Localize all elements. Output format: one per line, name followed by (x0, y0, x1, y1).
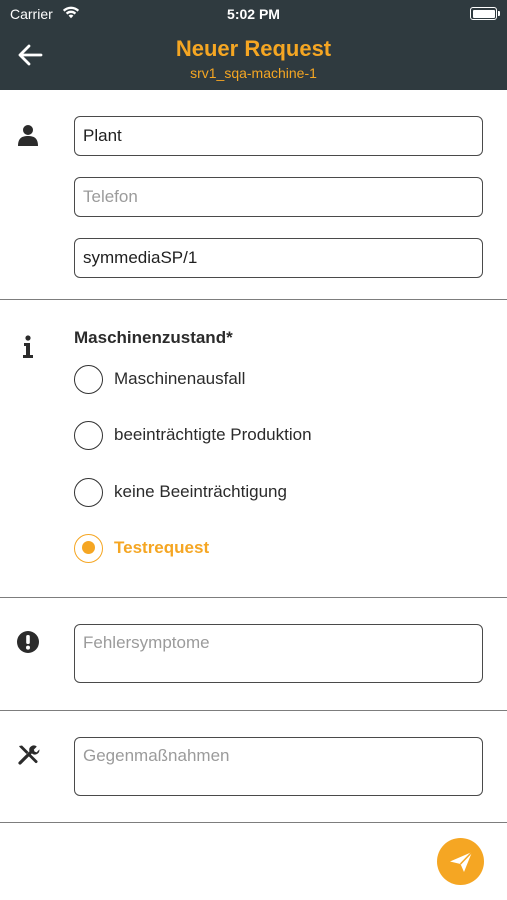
radio-button[interactable] (74, 364, 103, 394)
radio-label: beeinträchtigte Produktion (114, 425, 312, 444)
symptoms-field[interactable]: Fehlersymptome (74, 624, 483, 683)
radio-button[interactable] (74, 477, 103, 507)
radio-label: keine Beeinträchtigung (114, 482, 287, 501)
section-divider (0, 597, 507, 598)
radio-label: Maschinenausfall (114, 369, 246, 388)
section-divider (0, 710, 507, 711)
battery-icon (470, 7, 500, 20)
section-divider (0, 299, 507, 300)
name-field[interactable]: Plant (74, 116, 483, 156)
page-title: Neuer Request (175, 36, 332, 61)
person-icon (16, 123, 40, 147)
app-header: Carrier 5:02 PM Neuer Request srv1_sqa-m… (0, 0, 507, 90)
radio-option-maschinenausfall[interactable]: Maschinenausfall (74, 363, 494, 395)
radio-option-beeintraechtigte-produktion[interactable]: beeinträchtigte Produktion (74, 419, 494, 451)
radio-button-selected[interactable] (74, 533, 103, 563)
radio-button[interactable] (74, 420, 103, 450)
exclamation-circle-icon (16, 630, 40, 654)
location-field[interactable]: symmediaSP/1 (74, 238, 483, 278)
status-bar: Carrier 5:02 PM (0, 0, 507, 28)
section-divider (0, 822, 507, 823)
send-button[interactable] (437, 838, 484, 885)
radio-label: Testrequest (114, 538, 210, 557)
countermeasures-field[interactable]: Gegenmaßnahmen (74, 737, 483, 796)
machine-state-label: Maschinenzustand* (74, 328, 233, 347)
phone-field[interactable]: Telefon (74, 177, 483, 217)
paper-plane-icon (449, 850, 473, 872)
radio-option-keine-beeintraechtigung[interactable]: keine Beeinträchtigung (74, 476, 494, 508)
info-icon (16, 335, 40, 359)
status-time: 5:02 PM (227, 6, 280, 22)
tools-icon (16, 743, 40, 767)
radio-option-testrequest[interactable]: Testrequest (74, 532, 494, 564)
page-subtitle: srv1_sqa-machine-1 (190, 65, 317, 81)
